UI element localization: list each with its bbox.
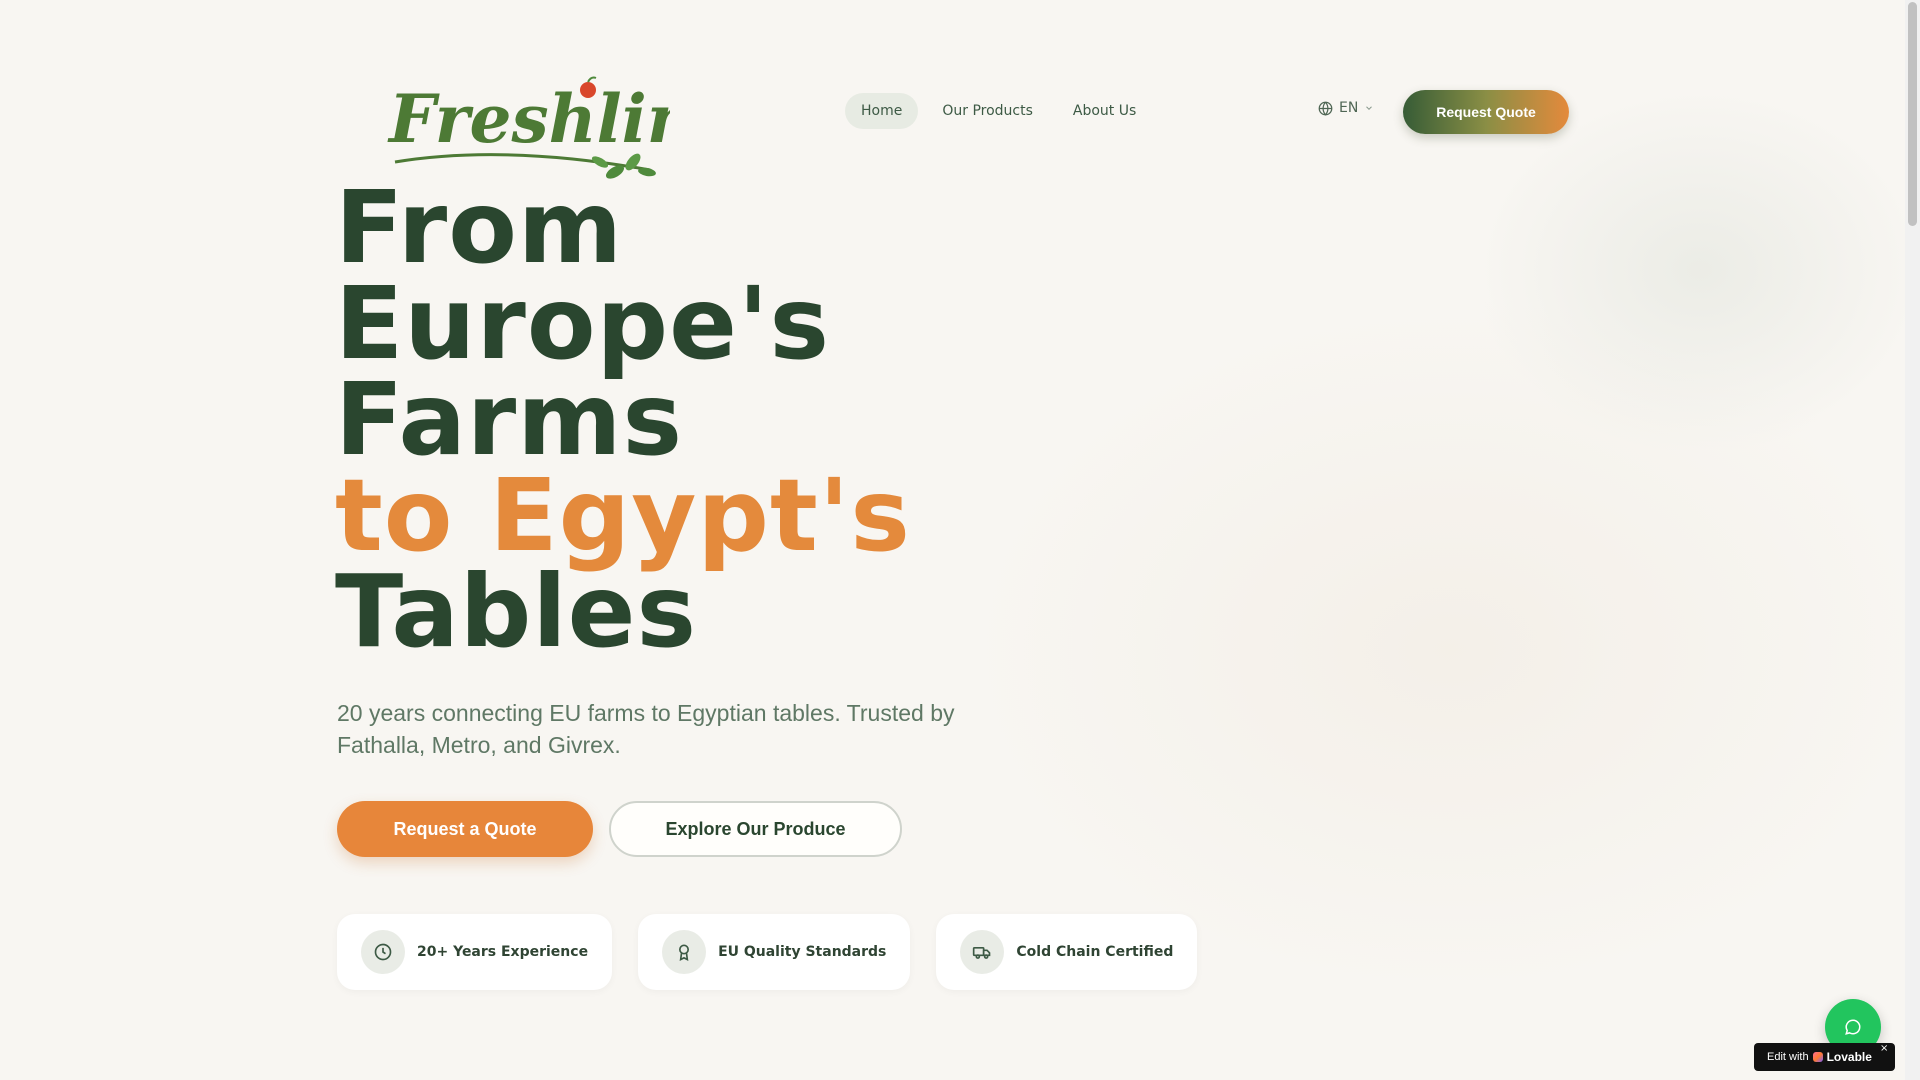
hero-title-line: Tables <box>335 553 698 670</box>
badge-experience: 20+ Years Experience <box>337 914 613 990</box>
page: Freshline Home Our Products About Us EN … <box>0 0 1920 1080</box>
language-selector[interactable]: EN <box>1318 100 1374 116</box>
edit-with-lovable-badge[interactable]: Edit with Lovable <box>1754 1043 1895 1071</box>
request-a-quote-button[interactable]: Request a Quote <box>337 801 593 857</box>
nav-our-products[interactable]: Our Products <box>926 93 1049 129</box>
freshline-logo[interactable]: Freshline <box>385 62 737 182</box>
trust-badges: 20+ Years Experience EU Quality Standard… <box>337 914 1198 990</box>
badge-label: EU Quality Standards <box>718 944 887 960</box>
scrollbar-thumb[interactable] <box>1908 2 1917 226</box>
fruit-icon <box>580 82 596 98</box>
badge-label: 20+ Years Experience <box>417 944 589 960</box>
hero-title: From Europe's Farms to Egypt's Tables <box>335 169 911 670</box>
chat-bubble-icon <box>1845 1019 1861 1035</box>
nav-about-us[interactable]: About Us <box>1057 93 1152 129</box>
hero-title-accent: to Egypt's <box>335 457 911 574</box>
hero-title-line: Europe's <box>335 265 831 382</box>
nav-home[interactable]: Home <box>845 93 919 129</box>
badge-cold-chain: Cold Chain Certified <box>936 914 1198 990</box>
hero-title-line: From <box>335 169 624 286</box>
main-nav: Home Our Products About Us <box>845 93 1152 129</box>
logo-graphic: Freshline <box>387 76 737 179</box>
badge-label: Cold Chain Certified <box>1016 944 1174 960</box>
hero-subtitle: 20 years connecting EU farms to Egyptian… <box>337 700 955 758</box>
language-label: EN <box>1339 100 1359 116</box>
chevron-down-icon <box>1366 106 1373 110</box>
logo-wordmark: Freshline <box>387 80 670 158</box>
award-icon <box>662 930 707 974</box>
globe-icon <box>1318 101 1333 116</box>
lovable-heart-icon <box>1812 1052 1823 1062</box>
lovable-prefix: Edit with <box>1767 1051 1809 1063</box>
request-quote-button[interactable]: Request Quote <box>1403 90 1569 134</box>
lovable-brand: Lovable <box>1826 1050 1872 1064</box>
clock-icon <box>361 930 405 974</box>
truck-icon <box>960 930 1005 974</box>
hero-title-line: Farms <box>335 361 683 478</box>
lovable-close-icon[interactable]: × <box>1880 1043 1888 1054</box>
badge-quality: EU Quality Standards <box>638 914 911 990</box>
explore-produce-button[interactable]: Explore Our Produce <box>609 801 902 857</box>
